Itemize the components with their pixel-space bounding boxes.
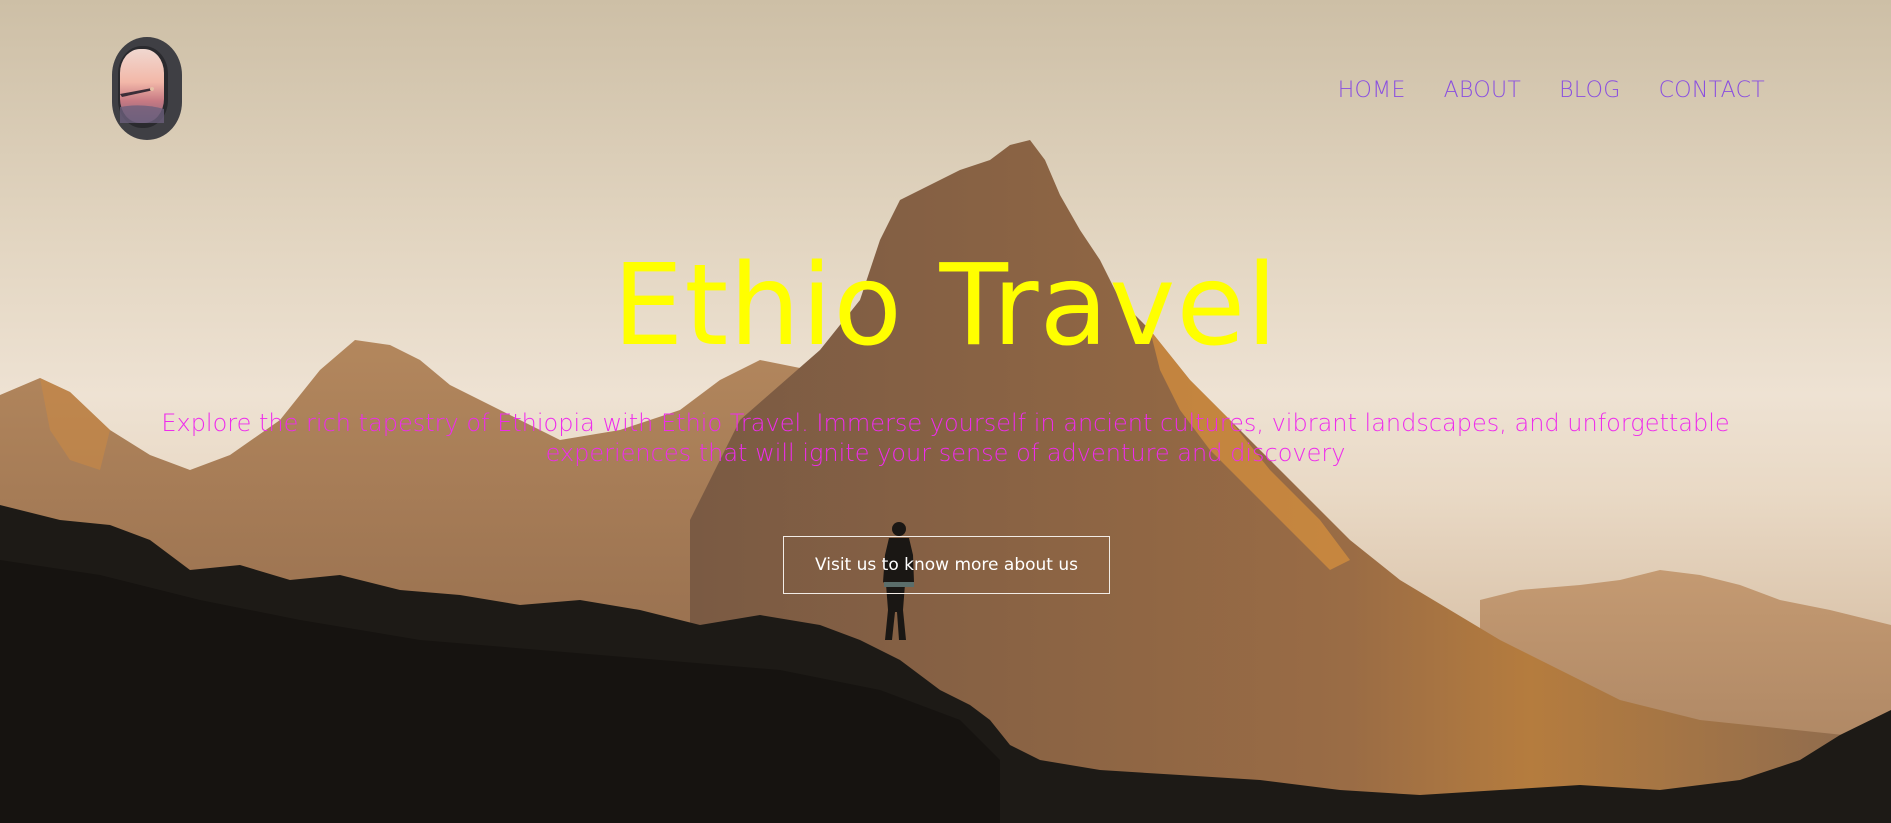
- main-nav: HOME ABOUT BLOG CONTACT: [1338, 78, 1765, 103]
- hero-section: HOME ABOUT BLOG CONTACT Ethio Travel Exp…: [0, 0, 1891, 823]
- nav-about[interactable]: ABOUT: [1444, 78, 1521, 103]
- nav-blog[interactable]: BLOG: [1559, 78, 1620, 103]
- hero-subtitle: Explore the rich tapestry of Ethiopia wi…: [161, 409, 1730, 467]
- airplane-window-icon: [112, 37, 182, 140]
- nav-contact[interactable]: CONTACT: [1659, 78, 1765, 103]
- hero-title: Ethio Travel: [612, 241, 1279, 371]
- cta-button[interactable]: Visit us to know more about us: [783, 536, 1110, 594]
- nav-home[interactable]: HOME: [1338, 78, 1406, 103]
- logo[interactable]: [112, 37, 182, 140]
